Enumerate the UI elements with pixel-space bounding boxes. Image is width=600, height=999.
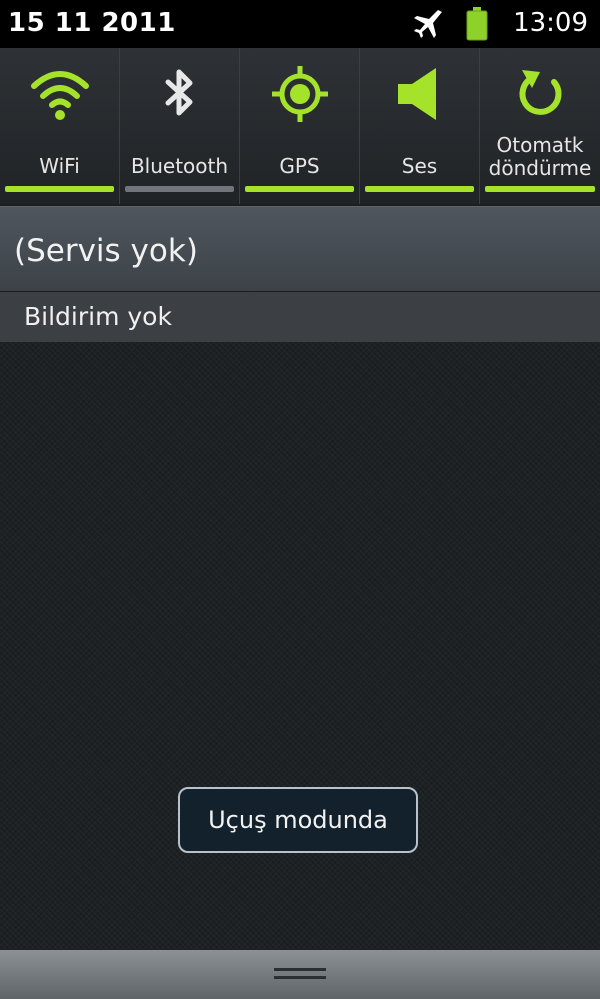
status-time: 13:09 — [513, 8, 588, 38]
toast-text: Uçuş modunda — [208, 806, 388, 834]
battery-icon — [466, 7, 488, 41]
toggle-indicator-on — [365, 186, 474, 192]
speaker-icon — [398, 68, 436, 120]
toggle-indicator-on — [245, 186, 354, 192]
status-bar: 15 11 2011 13:09 — [0, 0, 600, 48]
carrier-label: (Servis yok) — [14, 233, 198, 269]
toggle-label: WiFi — [39, 154, 80, 178]
notifications-empty-label: Bildirim yok — [24, 302, 172, 331]
toggle-wifi[interactable]: WiFi — [0, 48, 120, 204]
toggle-label: Otomatk döndürme — [480, 134, 600, 180]
toggle-indicator-on — [485, 186, 595, 192]
toggle-label: Bluetooth — [130, 154, 229, 178]
bluetooth-icon — [165, 69, 193, 116]
notifications-header: Bildirim yok — [0, 292, 600, 342]
quick-settings-bar: WiFi Bluetooth GPS Ses Otomatk döndürme — [0, 48, 600, 204]
grip-icon — [274, 968, 326, 979]
toggle-label-line: Otomatk — [496, 133, 584, 157]
toggle-sound[interactable]: Ses — [360, 48, 480, 204]
toggle-label: GPS — [279, 154, 320, 178]
rotate-icon — [519, 70, 562, 115]
toggle-autorotate[interactable]: Otomatk döndürme — [480, 48, 600, 204]
toggle-label: Ses — [401, 154, 438, 178]
panel-drag-handle[interactable] — [0, 950, 600, 999]
notification-list — [0, 342, 600, 950]
wifi-icon — [31, 71, 89, 120]
airplane-icon — [414, 10, 442, 38]
toggle-indicator-on — [5, 186, 114, 192]
carrier-row: (Servis yok) — [0, 206, 600, 291]
toggle-gps[interactable]: GPS — [240, 48, 360, 204]
gps-icon — [272, 66, 328, 122]
toast-message: Uçuş modunda — [178, 787, 418, 853]
toggle-indicator-off — [125, 186, 234, 192]
status-date: 15 11 2011 — [8, 8, 176, 38]
toggle-label-line: döndürme — [488, 156, 592, 180]
toggle-bluetooth[interactable]: Bluetooth — [120, 48, 240, 204]
